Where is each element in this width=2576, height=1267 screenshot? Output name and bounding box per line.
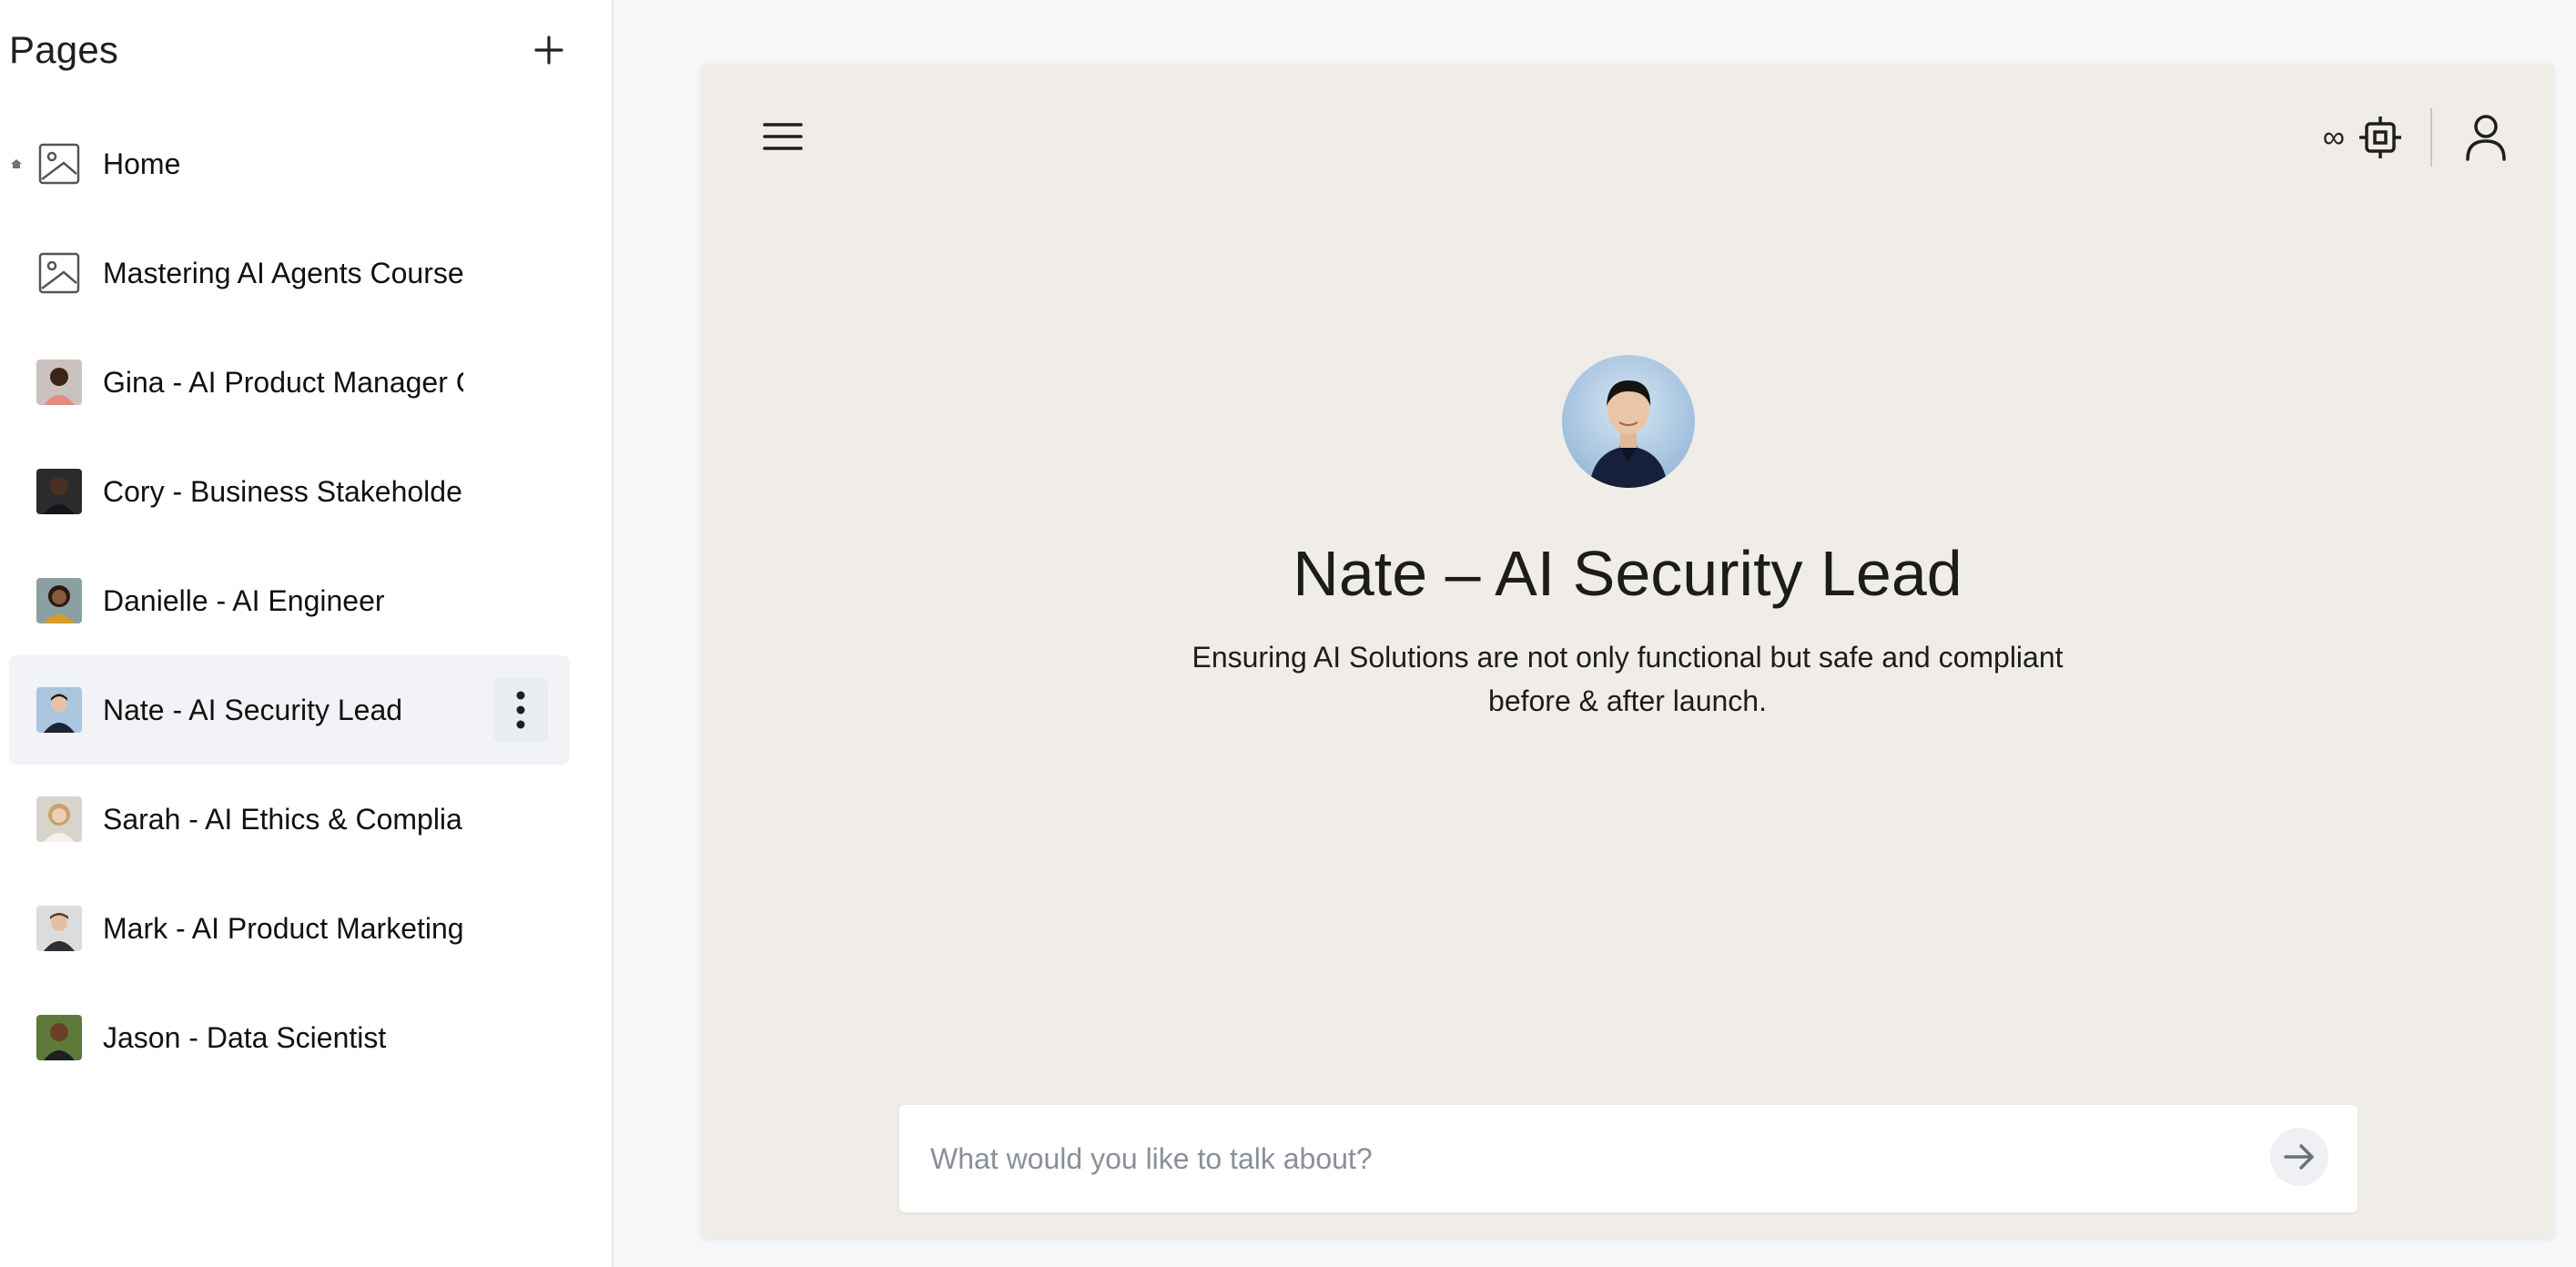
danielle-avatar — [36, 578, 82, 623]
sarah-avatar — [36, 796, 82, 842]
menu-button[interactable] — [756, 109, 810, 164]
page-item-cory[interactable]: Cory - Business Stakeholder — [9, 437, 570, 546]
hamburger-menu-icon — [763, 123, 803, 150]
page-item-jason[interactable]: Jason - Data Scientist — [9, 983, 570, 1092]
page-item-nate[interactable]: Nate - AI Security Lead — [9, 655, 570, 765]
sidebar: Pages Home Mastering AI Agents Course Gi… — [0, 0, 614, 1267]
page-item-label: Cory - Business Stakeholder — [103, 474, 463, 508]
header-divider — [2430, 108, 2432, 167]
page-item-label: Mark - AI Product Marketing — [103, 911, 463, 945]
page-item-label: Jason - Data Scientist — [103, 1020, 387, 1054]
agent-name: Nate – AI Security Lead — [1293, 538, 1962, 609]
infinity-indicator: ∞ — [2322, 119, 2345, 155]
home-marker-icon — [11, 159, 22, 168]
nate-avatar — [36, 687, 82, 733]
page-item-mark[interactable]: Mark - AI Product Marketing — [9, 874, 570, 983]
jason-avatar — [36, 1015, 82, 1060]
vertical-dots-icon — [516, 691, 525, 729]
agent-description: Ensuring AI Solutions are not only funct… — [1192, 641, 2064, 717]
page-item-label: Gina - AI Product Manager Coach — [103, 365, 463, 399]
cory-avatar — [36, 469, 82, 514]
image-placeholder-icon — [36, 250, 82, 296]
page-item-home[interactable]: Home — [9, 109, 570, 218]
agent-avatar — [1562, 355, 1695, 488]
page-item-label: Nate - AI Security Lead — [103, 693, 403, 726]
page-item-label: Mastering AI Agents Course — [103, 256, 463, 289]
page-item-danielle[interactable]: Danielle - AI Engineer — [9, 546, 570, 655]
image-placeholder-icon — [36, 141, 82, 187]
chat-input[interactable] — [930, 1132, 2223, 1185]
chat-card: ∞ Nate – AI Security Lead Ensuring AI So… — [701, 64, 2554, 1238]
page-item-label: Danielle - AI Engineer — [103, 583, 385, 617]
header-actions: ∞ — [2323, 106, 2509, 169]
more-options-button[interactable] — [493, 678, 548, 742]
page-item-mastering-ai-agents-course[interactable]: Mastering AI Agents Course — [9, 218, 570, 328]
gina-avatar — [36, 360, 82, 405]
chip-icon[interactable] — [2358, 115, 2403, 160]
page-list: Home Mastering AI Agents Course Gina - A… — [9, 109, 570, 1092]
page-item-label: Home — [103, 147, 181, 180]
mark-avatar — [36, 906, 82, 951]
user-icon[interactable] — [2463, 112, 2509, 163]
chat-input-container — [899, 1105, 2358, 1212]
sidebar-header: Pages — [9, 24, 573, 76]
page-item-gina[interactable]: Gina - AI Product Manager Coach — [9, 328, 570, 437]
page-item-label: Sarah - AI Ethics & Compliance — [103, 802, 463, 836]
arrow-right-icon — [2284, 1144, 2314, 1170]
send-button[interactable] — [2270, 1128, 2328, 1186]
add-page-button[interactable] — [524, 25, 573, 75]
page-item-sarah[interactable]: Sarah - AI Ethics & Compliance — [9, 765, 570, 874]
plus-icon — [534, 35, 563, 65]
sidebar-title: Pages — [9, 28, 119, 71]
